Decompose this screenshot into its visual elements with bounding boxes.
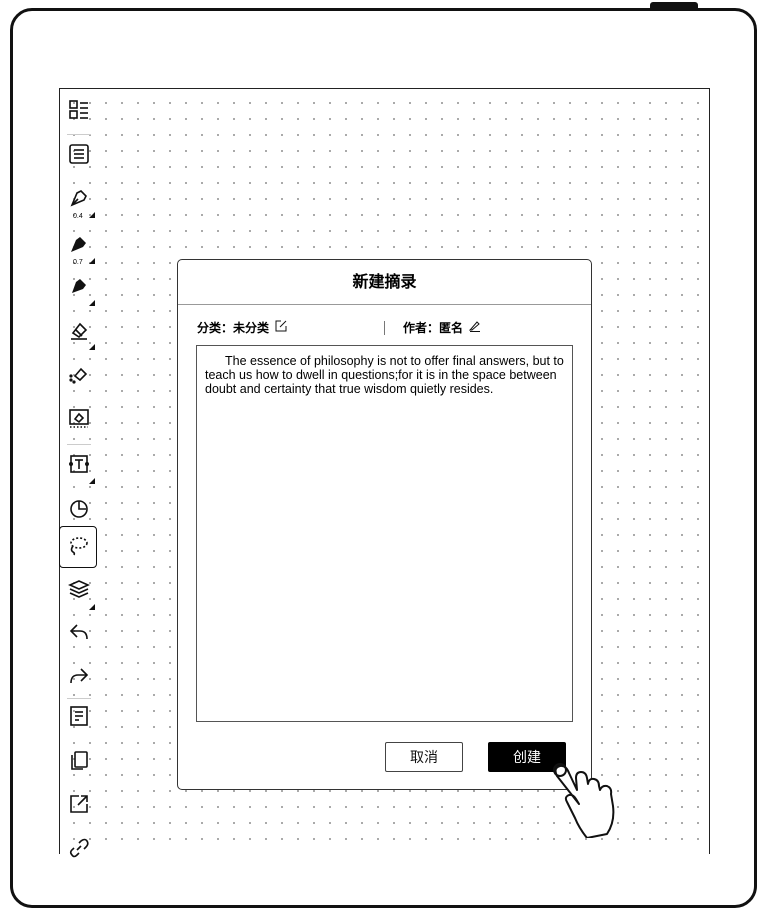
excerpt-text-input[interactable]: The essence of philosophy is not to offe… bbox=[196, 345, 573, 722]
layers-tool[interactable] bbox=[61, 572, 97, 612]
expand-triangle-icon bbox=[89, 258, 95, 264]
redo-icon bbox=[68, 665, 90, 691]
pen-outline-tool[interactable]: 0.4 bbox=[61, 180, 97, 220]
page-layout-tool[interactable] bbox=[61, 92, 97, 132]
undo-icon bbox=[68, 621, 90, 647]
category-label: 分类：未分类 bbox=[197, 321, 270, 335]
expand-triangle-icon bbox=[89, 344, 95, 350]
pen-filled-icon bbox=[68, 233, 90, 259]
expand-triangle-icon bbox=[89, 478, 95, 484]
pen-outline-icon bbox=[68, 187, 90, 213]
expand-triangle-icon bbox=[89, 212, 95, 218]
title-divider bbox=[178, 304, 591, 305]
tap-gesture-icon bbox=[553, 763, 615, 838]
marker-icon bbox=[68, 275, 90, 301]
lasso-icon bbox=[67, 534, 89, 560]
dialog-title: 新建摘录 bbox=[352, 272, 417, 291]
pen-width-label: 0.7 bbox=[73, 259, 83, 266]
pages-tool[interactable] bbox=[61, 742, 97, 782]
area-eraser-icon bbox=[68, 407, 90, 433]
eraser-tool[interactable] bbox=[61, 312, 97, 352]
author-field[interactable]: 作者：匿名 bbox=[403, 319, 481, 336]
category-field[interactable]: 分类：未分类 bbox=[197, 319, 287, 336]
expand-triangle-icon bbox=[89, 300, 95, 306]
undo-button[interactable] bbox=[61, 614, 97, 654]
toolbar-separator bbox=[67, 134, 91, 135]
template-icon bbox=[68, 705, 90, 731]
link-tool[interactable] bbox=[61, 830, 97, 870]
layers-icon bbox=[68, 579, 90, 605]
shape-icon bbox=[68, 497, 90, 523]
author-label: 作者：匿名 bbox=[403, 321, 464, 335]
pages-icon bbox=[68, 749, 90, 775]
partial-eraser-icon bbox=[68, 363, 90, 389]
expand-triangle-icon bbox=[89, 604, 95, 610]
export-icon bbox=[68, 793, 90, 819]
pen-width-label: 0.4 bbox=[73, 213, 83, 220]
meta-row: 分类：未分类 作者：匿名 bbox=[197, 319, 577, 339]
page-layout-icon bbox=[68, 99, 90, 125]
edit-author-icon[interactable] bbox=[465, 320, 481, 335]
new-excerpt-dialog: 新建摘录 分类：未分类 作者：匿名 The essence of philoso… bbox=[177, 259, 592, 790]
text-box-icon bbox=[68, 453, 90, 479]
text-box-tool[interactable] bbox=[61, 446, 97, 486]
export-tool[interactable] bbox=[61, 786, 97, 826]
pen-filled-tool[interactable]: 0.7 bbox=[61, 226, 97, 266]
redo-button[interactable] bbox=[61, 658, 97, 698]
link-icon bbox=[68, 837, 90, 863]
shape-tool[interactable] bbox=[61, 490, 97, 530]
toolbar-separator bbox=[67, 444, 91, 445]
template-tool[interactable] bbox=[61, 698, 97, 738]
partial-eraser-tool[interactable] bbox=[61, 356, 97, 396]
area-eraser-tool[interactable] bbox=[61, 400, 97, 440]
list-tool[interactable] bbox=[61, 136, 97, 176]
lasso-tool[interactable] bbox=[59, 526, 97, 568]
meta-divider bbox=[384, 321, 385, 335]
edit-category-icon[interactable] bbox=[271, 320, 287, 335]
marker-tool[interactable] bbox=[61, 268, 97, 308]
list-icon bbox=[68, 143, 90, 169]
eraser-icon bbox=[68, 319, 90, 345]
cancel-button[interactable]: 取消 bbox=[385, 742, 463, 772]
